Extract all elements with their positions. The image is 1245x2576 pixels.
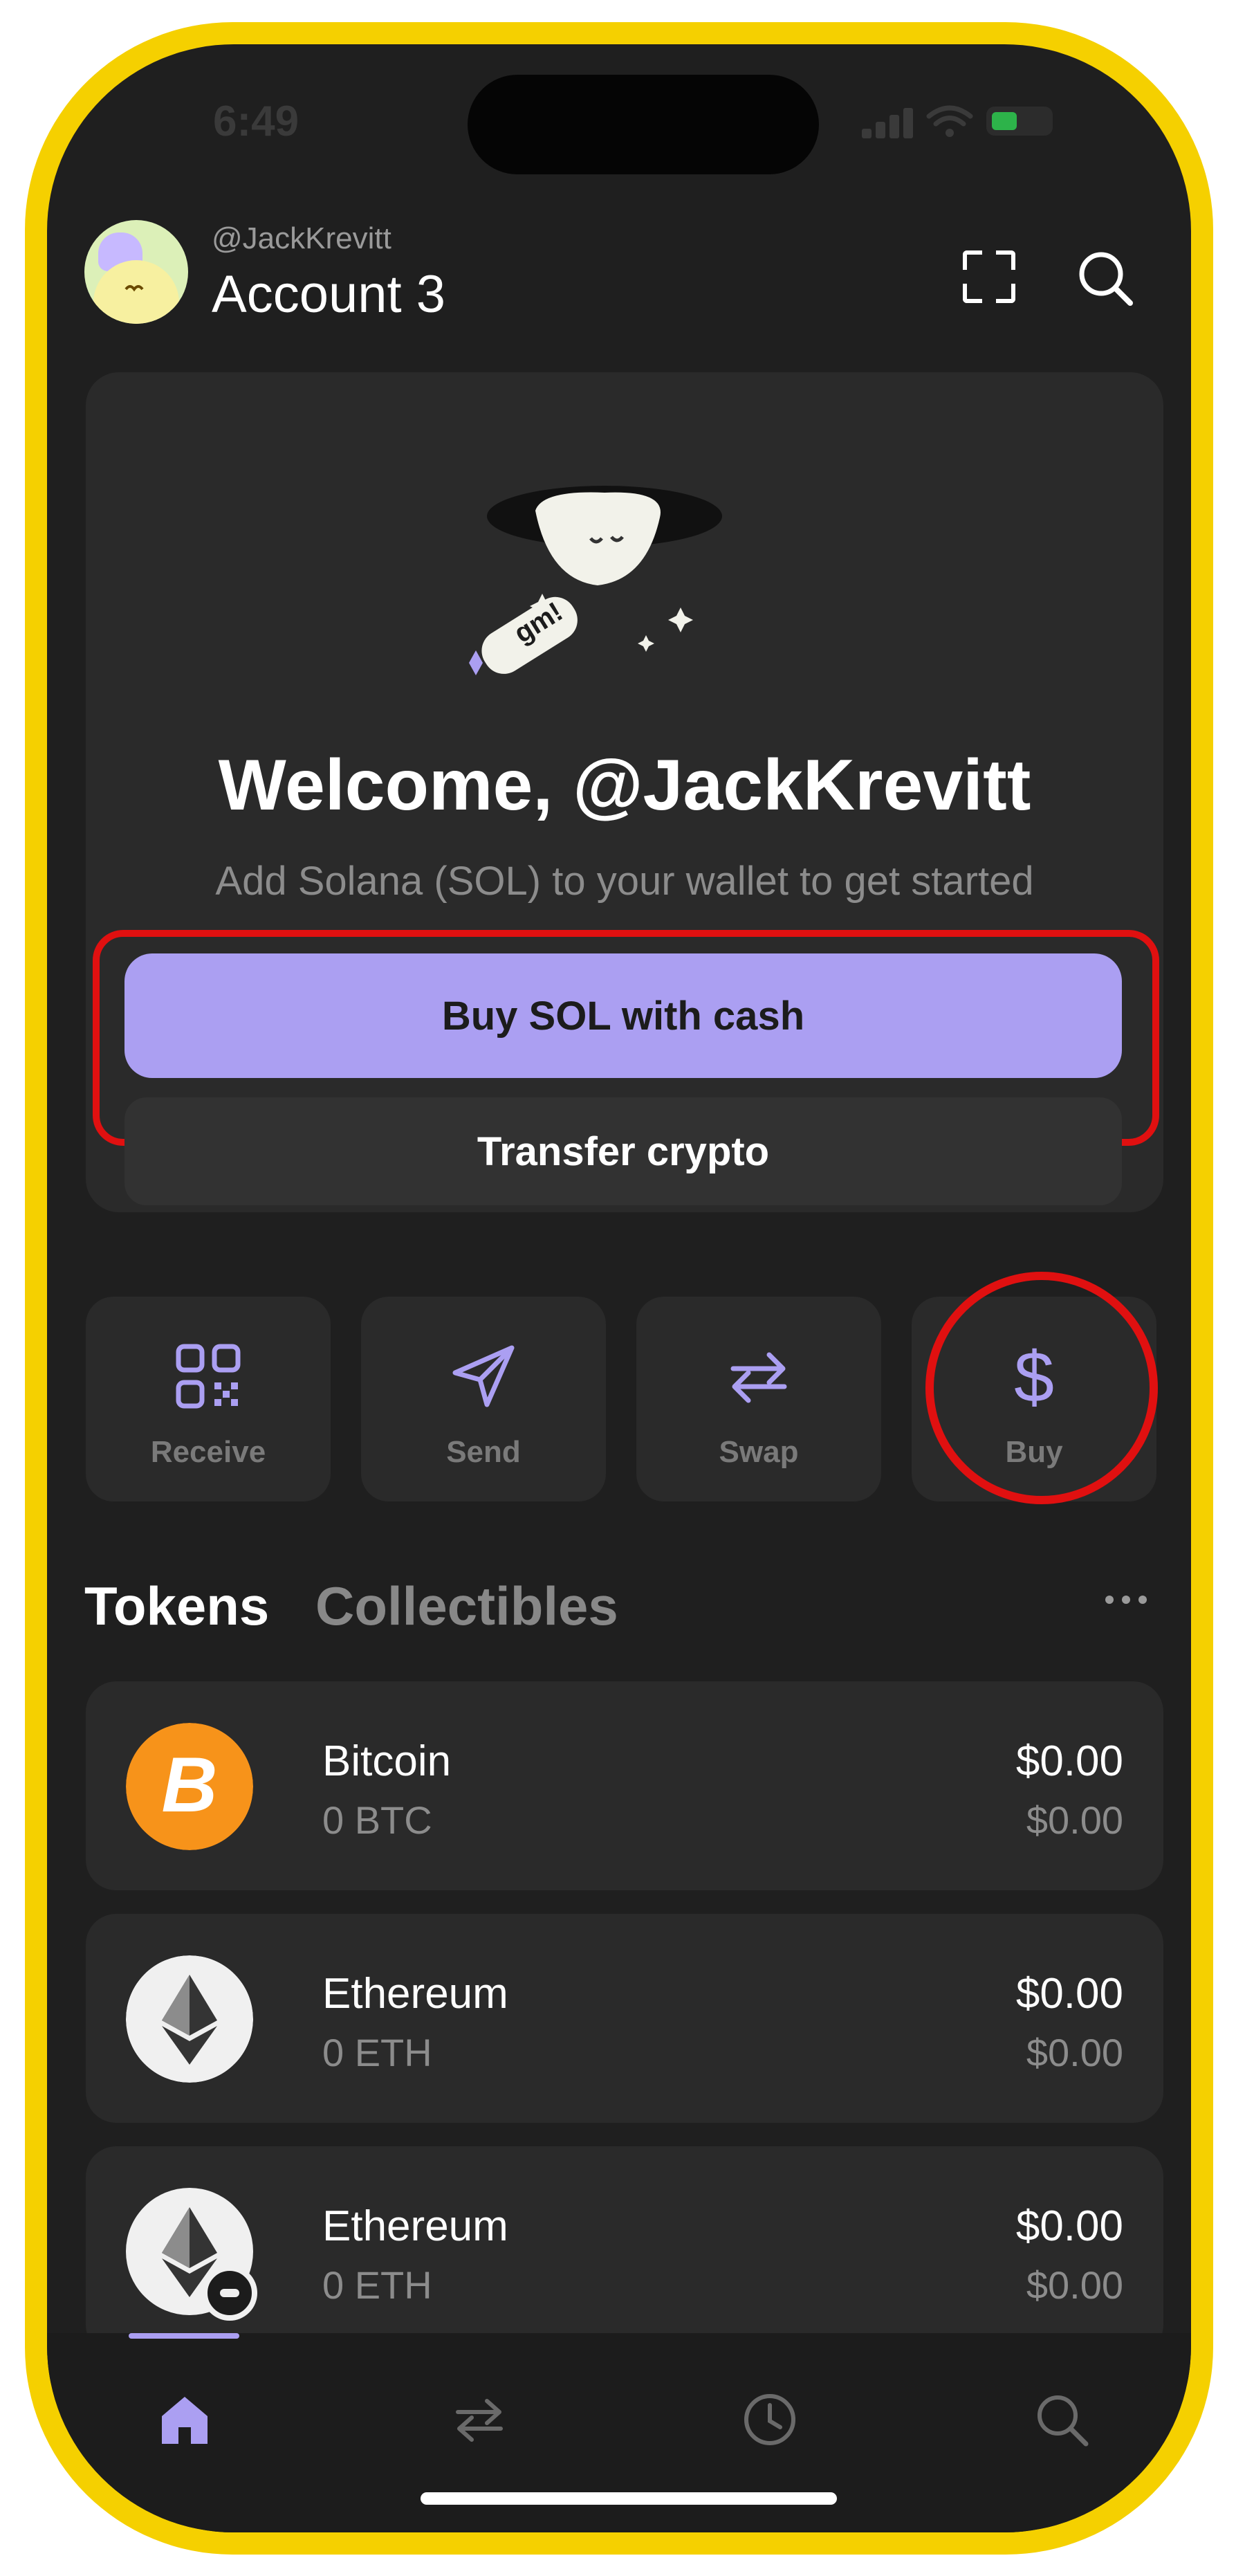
ghost-illustration-icon xyxy=(469,486,722,675)
send-button[interactable]: Send xyxy=(361,1297,606,1501)
token-row-ethereum-base[interactable]: Ethereum 0 ETH $0.00 $0.00 xyxy=(86,2146,1163,2355)
swap-button[interactable]: Swap xyxy=(636,1297,881,1501)
battery-level xyxy=(992,112,1017,130)
home-indicator[interactable] xyxy=(421,2492,837,2505)
tab-tokens[interactable]: Tokens xyxy=(84,1575,269,1638)
token-name: Bitcoin xyxy=(322,1737,452,1785)
token-value: $0.00 xyxy=(1015,1737,1123,1785)
token-value: $0.00 xyxy=(1015,2202,1123,2250)
swap-label: Swap xyxy=(719,1435,799,1469)
signal-icon xyxy=(862,129,872,138)
token-row-bitcoin[interactable]: B Bitcoin 0 BTC $0.00 $0.00 xyxy=(86,1681,1163,1890)
wifi-icon xyxy=(926,105,973,137)
search-icon[interactable] xyxy=(1071,244,1140,313)
welcome-subtitle: Add Solana (SOL) to your wallet to get s… xyxy=(215,859,1034,904)
nav-search[interactable] xyxy=(1024,2382,1100,2458)
nav-home[interactable] xyxy=(147,2382,223,2458)
ethereum-base-icon xyxy=(126,2188,257,2321)
account-name[interactable]: Account 3 xyxy=(212,264,445,325)
token-value: $0.00 xyxy=(1015,1970,1123,2018)
avatar-face-icon xyxy=(93,260,179,324)
signal-bar xyxy=(876,122,885,138)
dynamic-island xyxy=(468,75,819,174)
avatar[interactable] xyxy=(84,220,188,324)
signal-bar xyxy=(889,115,899,138)
send-label: Send xyxy=(446,1435,521,1469)
status-icons xyxy=(862,104,1069,138)
clock-icon xyxy=(744,2394,795,2445)
battery-icon xyxy=(986,107,1053,136)
token-name: Ethereum xyxy=(322,2202,508,2250)
receive-button[interactable]: Receive xyxy=(86,1297,331,1501)
qr-code-icon xyxy=(176,1344,241,1409)
token-change: $0.00 xyxy=(1026,2263,1123,2307)
receive-label: Receive xyxy=(150,1435,266,1469)
more-options-icon[interactable] xyxy=(1097,1579,1155,1620)
swap-icon xyxy=(730,1352,787,1403)
signal-bar xyxy=(903,108,913,138)
ethereum-icon xyxy=(126,1955,253,2083)
nav-active-indicator xyxy=(129,2333,239,2339)
token-change: $0.00 xyxy=(1026,1798,1123,1842)
welcome-title: Welcome, @JackKrevitt xyxy=(218,745,1031,825)
bitcoin-icon: B xyxy=(126,1723,253,1850)
transfer-crypto-button[interactable]: Transfer crypto xyxy=(124,1097,1122,1205)
nav-history[interactable] xyxy=(732,2382,808,2458)
nav-swap[interactable] xyxy=(441,2382,517,2458)
token-name: Ethereum xyxy=(322,1970,508,2018)
status-time: 6:49 xyxy=(213,98,299,145)
scan-qr-icon[interactable] xyxy=(963,250,1015,303)
token-amount: 0 ETH xyxy=(322,2031,432,2074)
home-icon xyxy=(162,2397,208,2444)
token-amount: 0 BTC xyxy=(322,1798,432,1842)
svg-text:B: B xyxy=(162,1742,218,1828)
search-icon xyxy=(1038,2395,1089,2447)
tab-collectibles[interactable]: Collectibles xyxy=(315,1575,618,1638)
token-row-ethereum[interactable]: Ethereum 0 ETH $0.00 $0.00 xyxy=(86,1914,1163,2123)
send-icon xyxy=(452,1345,515,1407)
token-change: $0.00 xyxy=(1026,2031,1123,2074)
phone-screen: 6:49 @JackKrevitt Account 3 gm! Welcome,… xyxy=(47,44,1191,2532)
highlight-circle xyxy=(925,1272,1158,1504)
swap-icon xyxy=(456,2399,503,2442)
welcome-card: gm! Welcome, @JackKrevitt Add Solana (SO… xyxy=(86,372,1163,1212)
account-handle[interactable]: @JackKrevitt xyxy=(212,221,391,256)
token-amount: 0 ETH xyxy=(322,2263,432,2307)
